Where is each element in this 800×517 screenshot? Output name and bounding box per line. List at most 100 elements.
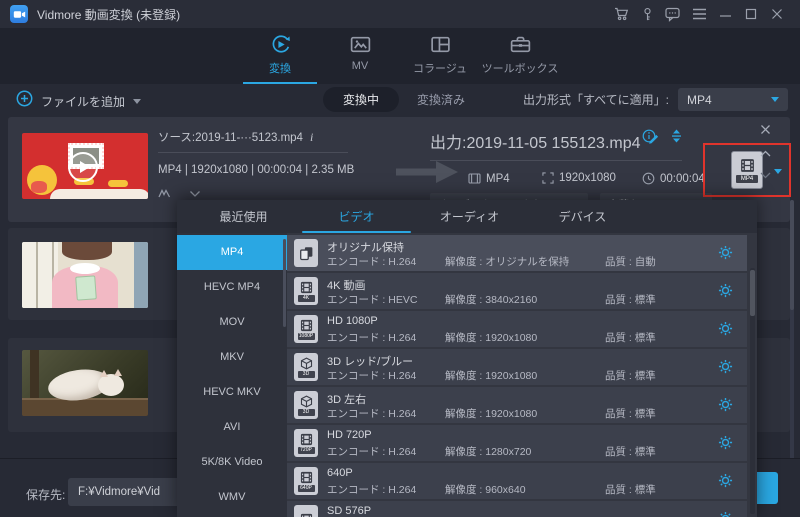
preset-row[interactable]: 3D 3D 左右 エンコード : H.264 解像度 : 1920x1080 品…: [287, 387, 747, 423]
edit-icon[interactable]: [158, 185, 171, 203]
preset-row[interactable]: 4K 4K 動画 エンコード : HEVC 解像度 : 3840x2160 品質…: [287, 273, 747, 309]
mv-icon: [349, 33, 372, 56]
picker-tab-device[interactable]: デバイス: [526, 200, 639, 233]
output-format-field: MP4: [468, 172, 510, 185]
gear-icon[interactable]: [718, 397, 733, 412]
compress-icon[interactable]: [670, 129, 683, 148]
gear-icon[interactable]: [718, 359, 733, 374]
picker-tab-video[interactable]: ビデオ: [300, 200, 413, 233]
app-logo-icon: [10, 5, 28, 23]
chevron-up-icon[interactable]: [760, 144, 771, 162]
output-format-label: 出力形式「すべてに適用」:: [522, 93, 669, 107]
chevron-down-icon: [771, 97, 779, 102]
video-thumbnail[interactable]: [22, 133, 148, 199]
format-list: MP4 HEVC MP4 MOV MKV HEVC MKV AVI 5K/8K …: [177, 233, 287, 517]
gear-icon[interactable]: [718, 283, 733, 298]
film-icon: [294, 505, 318, 517]
output-duration-field: 00:00:04: [642, 172, 705, 185]
collage-icon: [429, 33, 452, 56]
format-item-mov[interactable]: MOV: [177, 305, 287, 340]
format-picker-tabs: 最近使用 ビデオ オーディオ デバイス: [177, 200, 757, 233]
tab-toolbox[interactable]: ツールボックス: [480, 33, 560, 84]
format-item-hevc-mp4[interactable]: HEVC MP4: [177, 270, 287, 305]
gear-icon[interactable]: [718, 321, 733, 336]
video-thumbnail[interactable]: [22, 242, 148, 308]
preset-row[interactable]: 1080P HD 1080P エンコード : H.264 解像度 : 1920x…: [287, 311, 747, 347]
tab-mv[interactable]: MV: [320, 33, 400, 84]
queue-tabs: 変換中 変換済み: [323, 87, 465, 112]
preset-row[interactable]: オリジナル保持 エンコード : H.264 解像度 : オリジナルを保持 品質 …: [287, 235, 747, 271]
key-icon[interactable]: [634, 2, 660, 26]
format-item-mp4[interactable]: MP4: [177, 235, 287, 270]
preset-list-scrollbar[interactable]: [750, 268, 755, 514]
video-thumbnail[interactable]: [22, 350, 148, 416]
play-icon[interactable]: [68, 152, 98, 182]
film-icon: [468, 173, 481, 184]
tab-converting[interactable]: 変換中: [323, 87, 400, 112]
add-files-button[interactable]: ファイルを追加: [16, 90, 142, 112]
cart-icon[interactable]: [608, 2, 634, 26]
main-scrollbar[interactable]: [790, 200, 794, 462]
tab-label: MV: [351, 60, 369, 72]
picker-tab-recent[interactable]: 最近使用: [187, 200, 300, 233]
film-icon: [740, 158, 755, 173]
output-filename: 出力:2019-11-05 155123.mp4: [430, 135, 641, 152]
format-item-hevc-mkv[interactable]: HEVC MKV: [177, 375, 287, 410]
picker-tab-audio[interactable]: オーディオ: [413, 200, 526, 233]
tab-label: コラージュ: [412, 63, 467, 75]
cube-3d-icon: 3D: [294, 391, 318, 419]
tab-convert[interactable]: 変換: [240, 33, 320, 84]
chevron-down-icon[interactable]: [760, 166, 771, 184]
close-icon[interactable]: [764, 2, 790, 26]
tab-label: ツールボックス: [481, 63, 559, 75]
format-item-wmv[interactable]: WMV: [177, 480, 287, 515]
film-icon: 4K: [294, 277, 318, 305]
tab-converted[interactable]: 変換済み: [417, 91, 465, 108]
film-icon: 640P: [294, 467, 318, 495]
app-window: Vidmore 動画変換 (未登録) 変換 MV コラージュ ツールボックス フ…: [0, 0, 800, 517]
source-filename: ソース:2019-11-···5123.mp4: [158, 132, 303, 144]
original-icon: [294, 239, 318, 267]
preset-list: オリジナル保持 エンコード : H.264 解像度 : オリジナルを保持 品質 …: [287, 233, 747, 517]
preset-row[interactable]: 720P HD 720P エンコード : H.264 解像度 : 1280x72…: [287, 425, 747, 461]
add-files-label: ファイルを追加: [41, 94, 126, 109]
preset-row[interactable]: 3D 3D レッド/ブルー エンコード : H.264 解像度 : 1920x1…: [287, 349, 747, 385]
tab-collage[interactable]: コラージュ: [400, 33, 480, 84]
output-format-select[interactable]: MP4: [678, 88, 788, 111]
output-format-button[interactable]: MP4: [731, 151, 763, 189]
info-circle-icon[interactable]: [642, 129, 656, 148]
main-nav: 変換 MV コラージュ ツールボックス: [0, 28, 800, 84]
app-title: Vidmore 動画変換 (未登録): [37, 7, 181, 22]
gear-icon[interactable]: [718, 511, 733, 517]
source-meta: MP4 | 1920x1080 | 00:00:04 | 2.35 MB: [158, 164, 355, 176]
maximize-icon[interactable]: [738, 2, 764, 26]
gear-icon[interactable]: [718, 473, 733, 488]
format-badge: MP4: [736, 174, 758, 183]
resolution-icon: [542, 172, 554, 184]
output-format-control: 出力形式「すべてに適用」: MP4: [523, 88, 788, 111]
preset-row[interactable]: SD 576P: [287, 501, 747, 517]
titlebar: Vidmore 動画変換 (未登録): [0, 0, 800, 28]
format-list-scrollbar[interactable]: [283, 239, 286, 327]
format-item-mkv[interactable]: MKV: [177, 340, 287, 375]
clock-icon: [642, 172, 655, 185]
format-item-5k8k[interactable]: 5K/8K Video: [177, 445, 287, 480]
gear-icon[interactable]: [718, 435, 733, 450]
remove-icon[interactable]: [760, 122, 771, 140]
format-picker-panel: 最近使用 ビデオ オーディオ デバイス MP4 HEVC MP4 MOV MKV…: [177, 200, 757, 517]
cube-3d-icon: 3D: [294, 353, 318, 381]
film-icon: 720P: [294, 429, 318, 457]
chevron-down-icon[interactable]: [774, 169, 782, 174]
output-format-value: MP4: [687, 92, 712, 107]
feedback-icon[interactable]: [660, 2, 686, 26]
toolbar: ファイルを追加 変換中 変換済み 出力形式「すべてに適用」: MP4: [0, 84, 800, 117]
toolbox-icon: [509, 33, 532, 56]
save-to-label: 保存先:: [26, 488, 66, 502]
format-item-avi[interactable]: AVI: [177, 410, 287, 445]
gear-icon[interactable]: [718, 245, 733, 260]
minimize-icon[interactable]: [712, 2, 738, 26]
tab-label: 変換: [269, 63, 291, 75]
menu-icon[interactable]: [686, 2, 712, 26]
info-icon[interactable]: i: [310, 130, 313, 145]
preset-row[interactable]: 640P 640P エンコード : H.264 解像度 : 960x640 品質…: [287, 463, 747, 499]
